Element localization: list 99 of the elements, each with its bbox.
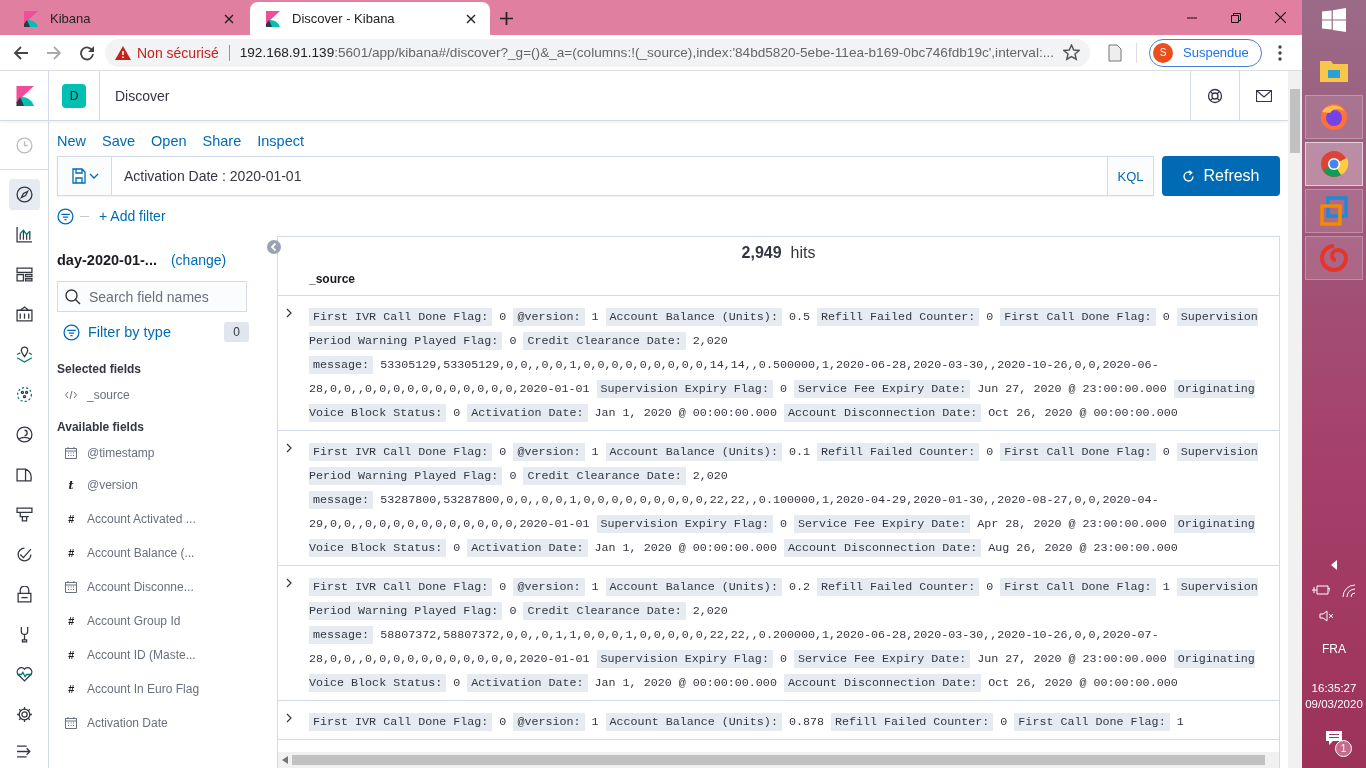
address-field[interactable]: Non sécurisé 192.168.91.139:5601/app/kibana#/discover?_g=()&_a=(columns:!(_source),index:'84bd5820-5ebe-11ea-b169-0bc746fdb19c',interval:... bbox=[105, 38, 1090, 67]
kibana-logo-icon bbox=[22, 10, 38, 27]
windows-logo-icon[interactable] bbox=[1322, 8, 1346, 32]
menu-link[interactable]: Share bbox=[202, 133, 242, 149]
add-filter-link[interactable]: + Add filter bbox=[99, 208, 166, 224]
security-warning: Non sécurisé bbox=[137, 44, 219, 61]
reload-icon[interactable] bbox=[79, 44, 95, 61]
map-pin-icon[interactable] bbox=[15, 345, 33, 363]
menu-link[interactable]: Open bbox=[151, 133, 187, 149]
field-item[interactable]: _source bbox=[57, 382, 269, 408]
hits-count: 2,949 hits bbox=[741, 243, 816, 262]
type-glyph: # bbox=[66, 513, 76, 525]
funnel-icon[interactable] bbox=[15, 505, 33, 523]
warning-icon bbox=[115, 45, 131, 60]
field-item[interactable]: # Account Activated ... bbox=[57, 502, 269, 536]
settings-icon[interactable] bbox=[15, 705, 33, 723]
type-glyph: # bbox=[66, 649, 76, 661]
help-icon[interactable] bbox=[1207, 87, 1223, 104]
menu-link[interactable]: Inspect bbox=[257, 133, 304, 149]
calendar-icon bbox=[65, 581, 77, 593]
close-icon[interactable] bbox=[466, 13, 476, 24]
filter-icon bbox=[63, 323, 80, 341]
chart-icon[interactable] bbox=[15, 225, 33, 243]
expand-icon[interactable] bbox=[286, 713, 292, 723]
field-item[interactable]: t @version bbox=[57, 468, 269, 502]
menu-icon[interactable] bbox=[1277, 44, 1282, 61]
person-icon[interactable] bbox=[15, 425, 33, 443]
kibana-logo-icon bbox=[264, 10, 280, 27]
expand-icon[interactable] bbox=[286, 443, 292, 453]
field-item[interactable]: # Account Group Id bbox=[57, 604, 269, 638]
column-header[interactable]: _source bbox=[278, 262, 356, 295]
notification-badge: 1 bbox=[1335, 740, 1352, 757]
browser-tab[interactable]: Discover - Kibana bbox=[250, 2, 490, 35]
field-item[interactable]: Account Disconne... bbox=[57, 570, 269, 604]
menu-link[interactable]: Save bbox=[102, 133, 136, 149]
close-icon[interactable] bbox=[1275, 12, 1286, 23]
vertical-scrollbar[interactable] bbox=[1288, 71, 1302, 768]
filter-by-type-button[interactable]: Filter by type bbox=[63, 323, 171, 341]
star-icon[interactable] bbox=[1063, 44, 1080, 61]
type-glyph: # bbox=[66, 615, 76, 627]
horizontal-scrollbar[interactable] bbox=[278, 752, 1279, 768]
document-text: First IVR Call Done Flag: 0 @version: 1 Account Balance (Units): 0.878 Refill Failed Counter: 0 First Call Done Flag: 1 bbox=[309, 710, 1184, 734]
dashboard-icon[interactable] bbox=[15, 265, 33, 283]
heartbeat-icon[interactable] bbox=[15, 665, 33, 683]
caret-icon[interactable] bbox=[1331, 560, 1337, 570]
document-text: First IVR Call Done Flag: 0 @version: 1 Account Balance (Units): 0.1 Refill Failed Counter: 0 First Call Done Flag: 0 Supervision Period Warning Played Flag: 0 Credit Clearance Date: 2,020 message: 53287800,53287800,0,0,,0,0,1,0,0,0,0,0,0,0,0,0,22,22,,0.100000,1,2020-04-29,2020-01-30,,2020-08-27,0,0,2020-04-29,0,0,,0,0,0,0,0,0,0,0,0,0,0,2020-01-01 Supervision Expiry Flag: 0 Service Fee Expiry Date: Apr 28, 2020 @ 23:00:00.000 Originating Voice Block Status: 0 Activation Date: Jan 1, 2020 @ 00:00:00.000 Account Disconnection Date: Aug 26, 2020 @ 23:00:00.000 bbox=[309, 442, 1259, 559]
search-field[interactable]: Search field names bbox=[57, 281, 247, 312]
code-icon bbox=[65, 390, 77, 400]
search-icon bbox=[65, 289, 81, 305]
field-item[interactable]: # Account In Euro Flag bbox=[57, 672, 269, 706]
dotted-circle-icon[interactable] bbox=[15, 385, 33, 403]
calendar-icon bbox=[65, 447, 77, 459]
refresh-icon bbox=[1182, 169, 1196, 183]
back-icon[interactable] bbox=[13, 44, 29, 61]
expand-icon[interactable] bbox=[286, 308, 292, 318]
change-link[interactable]: (change) bbox=[170, 252, 227, 268]
clock[interactable]: 16:35:27 09/03/2020 bbox=[1305, 680, 1363, 712]
field-item[interactable]: # Account ID (Maste... bbox=[57, 638, 269, 672]
muted-speaker-icon[interactable] bbox=[1319, 610, 1335, 622]
field-item[interactable]: Activation Date bbox=[57, 706, 269, 740]
type-glyph: # bbox=[66, 547, 76, 559]
wifi-icon[interactable] bbox=[1342, 584, 1356, 598]
compass-icon[interactable] bbox=[8, 178, 40, 210]
battery-plug-icon[interactable] bbox=[1312, 584, 1330, 596]
restore-icon[interactable] bbox=[1231, 13, 1241, 23]
document-text: First IVR Call Done Flag: 0 @version: 1 Account Balance (Units): 0.5 Refill Failed Counter: 0 First Call Done Flag: 0 Supervision Period Warning Played Flag: 0 Credit Clearance Date: 2,020 message: 53305129,53305129,0,0,,0,0,1,0,0,0,0,0,0,0,0,0,14,14,,0.500000,1,2020-06-28,2020-03-30,,2020-10-26,0,0,2020-06-28,0,0,,0,0,0,0,0,0,0,0,0,0,0,2020-01-01 Supervision Expiry Flag: 0 Service Fee Expiry Date: Jun 27, 2020 @ 23:00:00.000 Originating Voice Block Status: 0 Activation Date: Jan 1, 2020 @ 00:00:00.000 Account Disconnection Date: Oct 26, 2020 @ 00:00:00.000 bbox=[309, 307, 1259, 424]
count-badge: 0 bbox=[224, 322, 249, 342]
close-icon[interactable] bbox=[224, 13, 234, 24]
expand-icon[interactable] bbox=[286, 578, 292, 588]
document-text: First IVR Call Done Flag: 0 @version: 1 Account Balance (Units): 0.2 Refill Failed Counter: 0 First Call Done Flag: 1 Supervision Period Warning Played Flag: 0 Credit Clearance Date: 2,020 message: 58807372,58807372,0,0,,0,1,1,0,0,0,1,0,0,0,0,0,22,22,,0.200000,1,2020-06-28,2020-03-30,,2020-10-26,0,0,2020-07-28,0,0,,0,0,0,0,0,0,0,0,0,0,0,2020-01-01 Supervision Expiry Flag: 0 Service Fee Expiry Date: Jun 27, 2020 @ 23:00:00.000 Originating Voice Block Status: 0 Activation Date: Jan 1, 2020 @ 00:00:00.000 Account Disconnection Date: Oct 26, 2020 @ 00:00:00.000 bbox=[309, 577, 1259, 694]
kibana-logo-icon[interactable] bbox=[14, 85, 34, 106]
browser-icon[interactable] bbox=[1319, 102, 1349, 132]
language-indicator[interactable]: FRA bbox=[1322, 642, 1346, 656]
refresh-button[interactable]: Refresh bbox=[1162, 156, 1280, 196]
avatar: S bbox=[1153, 42, 1173, 63]
space-avatar[interactable]: D bbox=[62, 83, 86, 108]
type-glyph: # bbox=[66, 683, 76, 695]
plus-icon[interactable] bbox=[500, 12, 513, 25]
document-icon[interactable] bbox=[1108, 43, 1122, 62]
filter-icon[interactable] bbox=[57, 207, 74, 225]
notification-icon[interactable] bbox=[1325, 730, 1343, 746]
calendar-icon bbox=[65, 717, 77, 729]
lock-icon[interactable] bbox=[15, 585, 33, 603]
check-clock-icon[interactable] bbox=[15, 545, 33, 563]
browser-tab[interactable]: Kibana bbox=[8, 2, 248, 35]
building-icon[interactable] bbox=[15, 305, 33, 323]
section-title: Selected fields bbox=[57, 361, 143, 378]
scroll-left-icon[interactable] bbox=[282, 756, 288, 764]
mail-icon[interactable] bbox=[1256, 89, 1272, 102]
url-text: 192.168.91.139:5601/app/kibana#/discover?_g=()&_a=(columns:!(_source),index:'84bd5820-5ebe-11ea-b169-0bc746fdb19c',interval:... bbox=[239, 45, 1056, 60]
field-item[interactable]: @timestamp bbox=[57, 440, 269, 466]
field-item[interactable]: # Account Balance (... bbox=[57, 536, 269, 570]
app-title: Discover bbox=[115, 87, 170, 104]
collapse-icon[interactable] bbox=[267, 240, 281, 254]
type-glyph: t bbox=[67, 478, 75, 492]
menu-link[interactable]: New bbox=[57, 133, 86, 149]
index-pattern-title: day-2020-01-... bbox=[57, 252, 157, 268]
browser-icon[interactable] bbox=[1319, 149, 1349, 179]
section-title: Available fields bbox=[57, 419, 145, 436]
